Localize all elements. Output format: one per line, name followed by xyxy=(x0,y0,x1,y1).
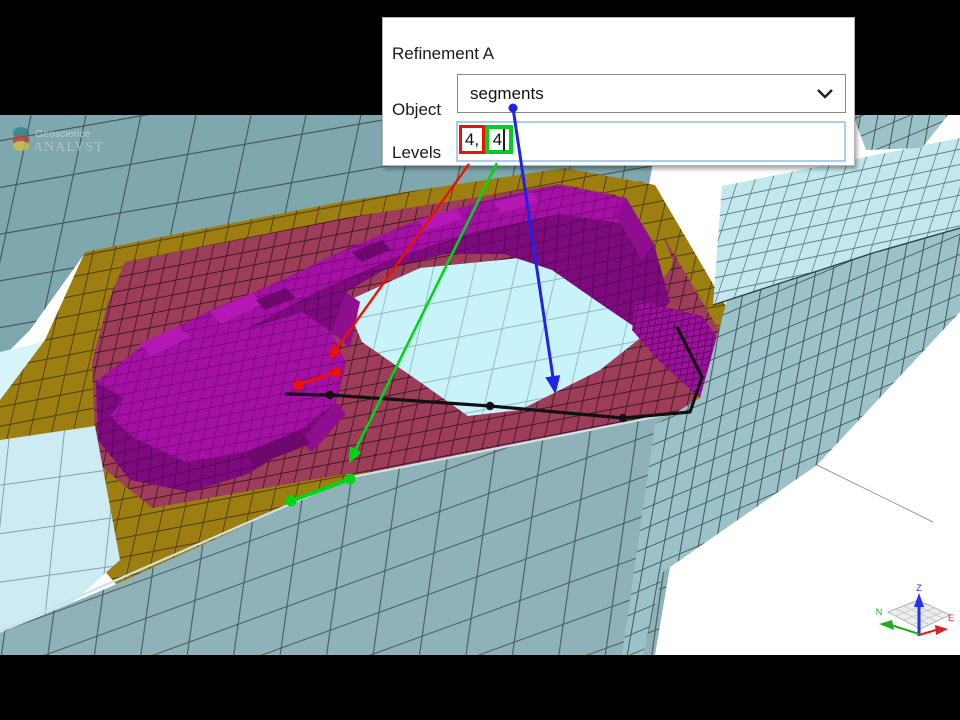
level-value-second-highlight: 4 xyxy=(485,125,513,154)
z-axis-label: Z xyxy=(916,583,922,593)
level-value-second: 4 xyxy=(493,130,502,150)
object-dropdown[interactable]: segments xyxy=(457,74,846,113)
watermark-line2: ANALYST xyxy=(33,140,104,155)
object-dropdown-value: segments xyxy=(470,84,544,104)
dialog-title: Refinement A xyxy=(392,44,494,64)
levels-label: Levels xyxy=(392,143,441,163)
n-axis-label: N xyxy=(876,607,883,617)
polyline-vertex xyxy=(326,391,334,399)
polyline-vertex xyxy=(486,402,494,410)
polyline-vertex xyxy=(619,414,627,422)
level-value-first-highlight: 4, xyxy=(459,125,485,154)
object-label: Object xyxy=(392,100,441,120)
chevron-down-icon xyxy=(817,89,833,99)
levels-input[interactable]: 4, 4 xyxy=(456,121,846,162)
logo-sphere-icon xyxy=(13,141,29,151)
app-window: Geoscience ANALYST Z N E Refinement A Ob… xyxy=(0,0,960,720)
text-cursor xyxy=(503,129,505,151)
level-value-first: 4, xyxy=(465,130,479,150)
watermark-line1: Geoscience xyxy=(35,128,91,140)
e-axis-label: E xyxy=(948,613,954,623)
refinement-dialog: Refinement A Object segments Levels 4, 4 xyxy=(382,17,855,166)
